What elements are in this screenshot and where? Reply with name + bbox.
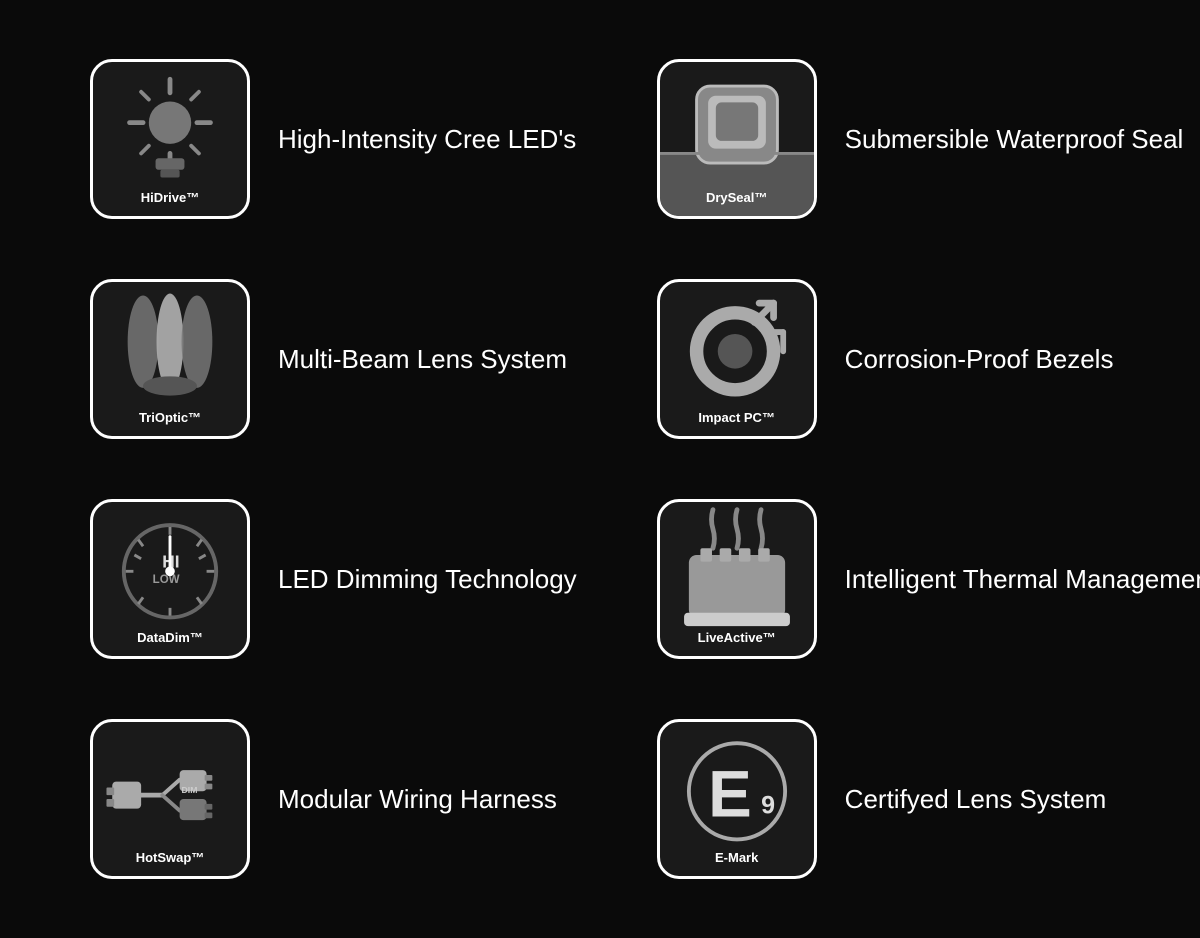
dryseal-label: DrySeal™ (706, 190, 767, 206)
feature-hidrive: HiDrive™ High-Intensity Cree LED's (50, 29, 617, 249)
trioptic-label: TriOptic™ (139, 410, 201, 426)
emark-icon-box: E 9 E-Mark (657, 719, 817, 879)
hotswap-icon-box: DIM HotSwap™ (90, 719, 250, 879)
impactpc-description: Corrosion-Proof Bezels (845, 344, 1114, 375)
feature-emark: E 9 E-Mark Certifyed Lens System (617, 689, 1200, 909)
liveactive-icon-box: LiveActive™ (657, 499, 817, 659)
emark-label: E-Mark (715, 850, 758, 866)
hotswap-label: HotSwap™ (136, 850, 205, 866)
svg-text:9: 9 (761, 791, 775, 819)
feature-impactpc: Impact PC™ Corrosion-Proof Bezels (617, 249, 1200, 469)
svg-text:E: E (708, 757, 752, 830)
svg-text:LOW: LOW (153, 574, 180, 586)
feature-liveactive: LiveActive™ Intelligent Thermal Manageme… (617, 469, 1200, 689)
hidrive-description: High-Intensity Cree LED's (278, 124, 576, 155)
feature-dryseal: DrySeal™ Submersible Waterproof Seal (617, 29, 1200, 249)
liveactive-label: LiveActive™ (698, 630, 776, 646)
features-grid: HiDrive™ High-Intensity Cree LED's DrySe… (50, 29, 1150, 909)
dryseal-description: Submersible Waterproof Seal (845, 124, 1184, 155)
trioptic-description: Multi-Beam Lens System (278, 344, 567, 375)
datadim-icon-box: HI LOW DataDim™ (90, 499, 250, 659)
datadim-label: DataDim™ (137, 630, 203, 646)
feature-hotswap: DIM HotSwap™ Modular Wiring Harness (50, 689, 617, 909)
feature-datadim: HI LOW DataDim™ LED Dimming Technology (50, 469, 617, 689)
liveactive-description: Intelligent Thermal Management (845, 564, 1200, 595)
impactpc-icon-box: Impact PC™ (657, 279, 817, 439)
hotswap-description: Modular Wiring Harness (278, 784, 557, 815)
datadim-description: LED Dimming Technology (278, 564, 577, 595)
svg-text:DIM: DIM (182, 785, 198, 795)
impactpc-label: Impact PC™ (698, 410, 775, 426)
emark-description: Certifyed Lens System (845, 784, 1107, 815)
hidrive-label: HiDrive™ (141, 190, 200, 206)
feature-trioptic: TriOptic™ Multi-Beam Lens System (50, 249, 617, 469)
dryseal-icon-box: DrySeal™ (657, 59, 817, 219)
trioptic-icon-box: TriOptic™ (90, 279, 250, 439)
hidrive-icon-box: HiDrive™ (90, 59, 250, 219)
